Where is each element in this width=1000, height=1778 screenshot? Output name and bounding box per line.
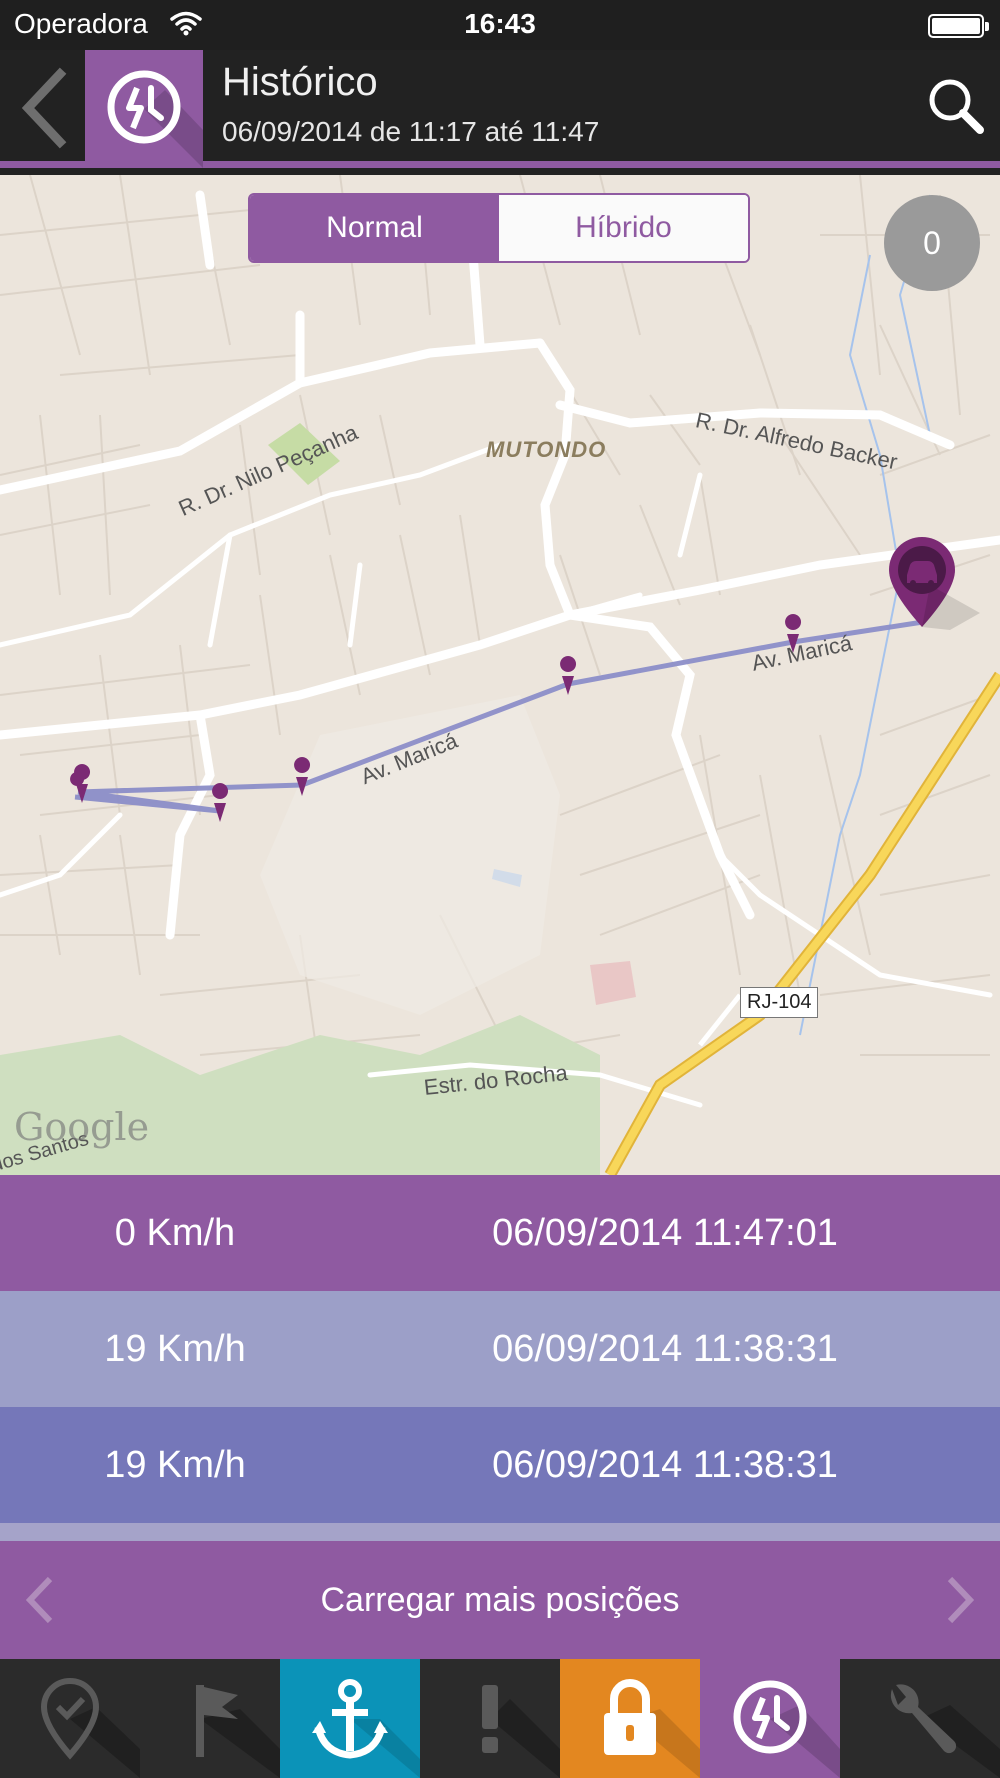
google-attribution: Google bbox=[14, 1105, 150, 1149]
map-type-normal-button[interactable]: Normal bbox=[250, 195, 499, 261]
counter-badge[interactable]: 0 bbox=[884, 195, 980, 291]
position-datetime: 06/09/2014 11:38:31 bbox=[492, 1328, 838, 1370]
tab-history[interactable] bbox=[700, 1659, 840, 1778]
position-speed: 19 Km/h bbox=[104, 1444, 246, 1486]
map-roads bbox=[0, 175, 1000, 1175]
lock-icon bbox=[604, 1679, 700, 1778]
map-type-toggle: Normal Híbrido bbox=[248, 193, 750, 263]
tab-location[interactable] bbox=[0, 1659, 140, 1778]
history-logo bbox=[85, 50, 203, 168]
history-icon bbox=[107, 70, 203, 168]
vehicle-marker bbox=[889, 537, 980, 630]
battery-icon bbox=[928, 14, 989, 38]
position-speed: 0 Km/h bbox=[114, 1212, 236, 1254]
map-type-hybrid-button[interactable]: Híbrido bbox=[499, 195, 748, 261]
positions-list: 0 Km/h 06/09/2014 11:47:01 19 Km/h 06/09… bbox=[0, 1175, 1000, 1541]
tab-alerts[interactable] bbox=[420, 1659, 560, 1778]
position-row[interactable]: 0 Km/h 06/09/2014 11:47:01 bbox=[0, 1175, 1000, 1291]
tab-lock[interactable] bbox=[560, 1659, 700, 1778]
highway-shield: RJ-104 bbox=[740, 987, 819, 1018]
wrench-icon bbox=[890, 1684, 1000, 1778]
tab-settings[interactable] bbox=[840, 1659, 1000, 1778]
position-row[interactable]: 19 Km/h 06/09/2014 11:38:31 bbox=[0, 1407, 1000, 1523]
search-button[interactable] bbox=[924, 74, 988, 138]
app-header: Histórico 06/09/2014 de 11:17 até 11:47 bbox=[0, 50, 1000, 168]
map-view[interactable]: R. Dr. Nilo Peçanha R. Dr. Alfredo Backe… bbox=[0, 175, 1000, 1175]
load-more-button[interactable]: Carregar mais posições bbox=[0, 1541, 1000, 1659]
position-datetime: 06/09/2014 11:47:01 bbox=[492, 1212, 838, 1254]
flag-icon bbox=[196, 1685, 280, 1778]
date-range: 06/09/2014 de 11:17 até 11:47 bbox=[222, 116, 600, 147]
tab-bar bbox=[0, 1659, 1000, 1778]
alert-icon bbox=[482, 1685, 560, 1778]
anchor-icon bbox=[312, 1679, 420, 1778]
tab-flag[interactable] bbox=[140, 1659, 280, 1778]
load-more-bar[interactable]: Carregar mais posições bbox=[0, 1541, 1000, 1659]
status-bar: Operadora 16:43 bbox=[0, 0, 1000, 50]
position-speed: 19 Km/h bbox=[104, 1328, 246, 1370]
chevron-right-icon[interactable] bbox=[944, 1575, 978, 1625]
back-button[interactable] bbox=[0, 50, 85, 161]
history-icon bbox=[733, 1680, 840, 1778]
position-datetime: 06/09/2014 11:38:31 bbox=[492, 1444, 838, 1486]
search-icon bbox=[929, 79, 984, 134]
position-row[interactable]: 19 Km/h 06/09/2014 11:38:31 bbox=[0, 1291, 1000, 1407]
area-label: MUTONDO bbox=[486, 437, 607, 462]
tab-anchor[interactable] bbox=[280, 1659, 420, 1778]
clock: 16:43 bbox=[464, 8, 536, 39]
page-title: Histórico bbox=[222, 60, 378, 104]
chevron-left-icon bbox=[21, 67, 67, 149]
location-check-icon bbox=[40, 1677, 140, 1778]
